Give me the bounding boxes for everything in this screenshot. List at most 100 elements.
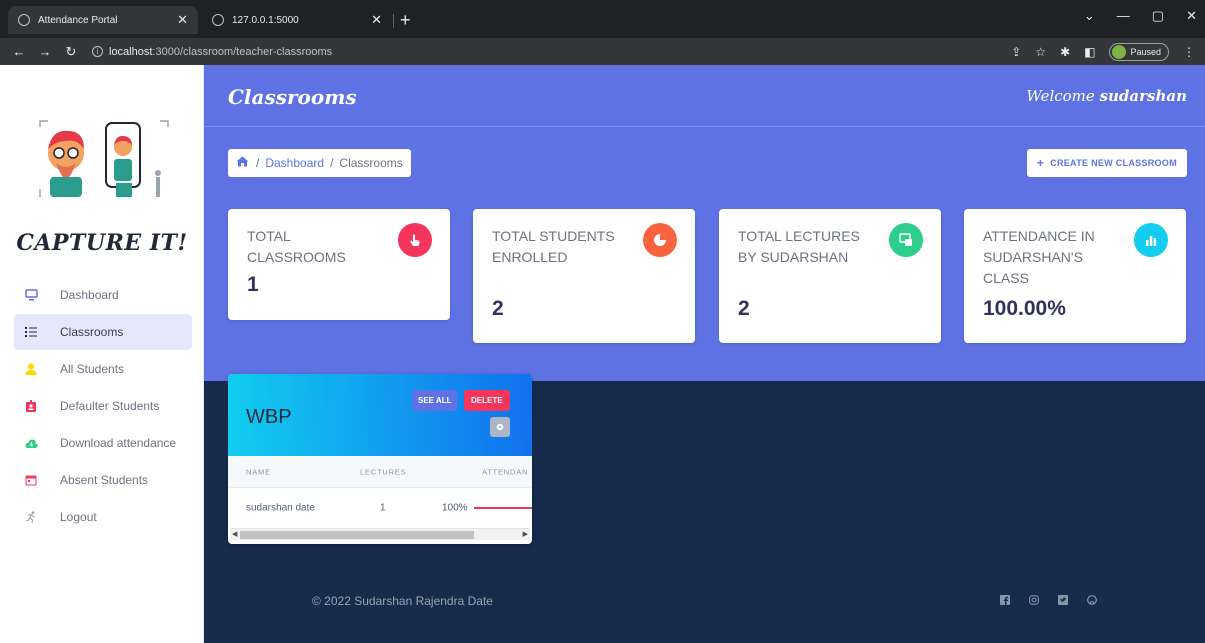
gear-icon[interactable] [490, 417, 510, 437]
stat-label: TOTAL CLASSROOMS [247, 228, 346, 265]
classroom-name: WBP [246, 406, 292, 428]
minimize-icon[interactable]: — [1117, 8, 1130, 24]
tab-title: 127.0.0.1:5000 [232, 14, 299, 26]
page: CAPTURE IT! Dashboard Classrooms All Stu… [0, 65, 1205, 643]
sidebar-item-label: Classrooms [60, 325, 124, 339]
tab-search-chevron-icon[interactable]: ⌄ [1084, 8, 1095, 24]
stat-label: TOTAL LECTURES BY SUDARSHAN [738, 228, 860, 265]
create-new-classroom-button[interactable]: + CREATE NEW CLASSROOM [1026, 149, 1187, 177]
globe-icon [212, 14, 224, 26]
sidebar-item-label: Logout [60, 510, 97, 524]
sidebar-item-defaulter-students[interactable]: Defaulter Students [14, 388, 192, 424]
column-header-attendance: ATTENDAN [482, 467, 529, 476]
column-header-name: NAME [246, 467, 271, 476]
sidebar-item-download-attendance[interactable]: Download attendance [14, 425, 192, 461]
sidebar-item-label: All Students [60, 362, 125, 376]
attendance-percent: 100% [442, 502, 468, 514]
sidebar-item-dashboard[interactable]: Dashboard [14, 277, 192, 313]
forward-arrow-icon[interactable]: → [38, 44, 52, 59]
bookmark-star-icon[interactable]: ☆ [1035, 45, 1046, 59]
scroll-thumb[interactable] [240, 531, 474, 539]
sidebar-item-absent-students[interactable]: Absent Students [14, 462, 192, 498]
github-icon[interactable] [1087, 595, 1097, 608]
stat-value: 100.00% [983, 297, 1066, 320]
breadcrumb-separator: / [256, 156, 260, 170]
stat-card-total-classrooms: TOTAL CLASSROOMS 1 [228, 209, 450, 320]
create-button-label: CREATE NEW CLASSROOM [1050, 158, 1177, 168]
sidebar-item-classrooms[interactable]: Classrooms [14, 314, 192, 350]
url-path: :3000/classroom/teacher-classrooms [152, 45, 333, 58]
stat-card-attendance: ATTENDANCE IN SUDARSHAN'S CLASS 100.00% [964, 209, 1186, 343]
new-tab-plus-icon[interactable]: + [400, 10, 411, 31]
share-icon[interactable]: ⇪ [1011, 45, 1021, 59]
restore-icon[interactable]: ▢ [1152, 8, 1164, 24]
tab-divider [393, 14, 394, 28]
scroll-right-arrow-icon[interactable]: ▶ [523, 530, 528, 538]
list-icon [24, 325, 38, 339]
close-window-icon[interactable]: ✕ [1186, 8, 1197, 24]
menu-kebab-icon[interactable]: ⋮ [1183, 45, 1195, 59]
reload-icon[interactable]: ↻ [64, 44, 78, 60]
id-badge-icon [24, 399, 38, 413]
brand-logo-text: CAPTURE IT! [16, 230, 188, 256]
page-title: Classrooms [228, 85, 357, 109]
facebook-icon[interactable] [1000, 595, 1010, 608]
avatar [1112, 45, 1127, 59]
bar-chart-icon [1134, 223, 1168, 257]
stat-label: ATTENDANCE IN SUDARSHAN'S CLASS [983, 228, 1095, 286]
info-icon[interactable]: i [92, 46, 103, 57]
scroll-left-arrow-icon[interactable]: ◀ [232, 530, 237, 538]
sidebar-item-label: Download attendance [60, 436, 177, 450]
profile-paused-button[interactable]: Paused [1109, 43, 1169, 61]
stat-value: 2 [738, 297, 750, 320]
pie-chart-icon [643, 223, 677, 257]
breadcrumb-dashboard[interactable]: Dashboard [265, 156, 324, 170]
header-section: Classrooms Welcome sudarshan / Dashboard… [204, 65, 1205, 381]
close-icon[interactable]: ✕ [177, 12, 188, 28]
stat-value: 1 [247, 273, 259, 296]
sidebar-item-all-students[interactable]: All Students [14, 351, 192, 387]
classroom-card: WBP SEE ALL DELETE NAME LECTURES ATTENDA… [228, 374, 532, 544]
tab-localhost-5000[interactable]: 127.0.0.1:5000 ✕ [202, 6, 392, 34]
browser-tabbar: Attendance Portal ✕ 127.0.0.1:5000 ✕ + ⌄… [0, 0, 1205, 38]
window-controls: ⌄ — ▢ ✕ [1084, 8, 1197, 24]
welcome-message: Welcome sudarshan [1026, 87, 1187, 105]
sidebar-item-label: Defaulter Students [60, 399, 160, 413]
breadcrumb-classrooms: Classrooms [339, 156, 403, 170]
back-arrow-icon[interactable]: ← [12, 44, 26, 59]
stat-label: TOTAL STUDENTS ENROLLED [492, 228, 615, 265]
attendance-progress-bar [474, 507, 532, 509]
breadcrumb: / Dashboard / Classrooms [228, 149, 411, 177]
sidebar-item-label: Absent Students [60, 473, 149, 487]
breadcrumb-separator: / [330, 156, 334, 170]
url-host: localhost [109, 45, 153, 58]
logo-illustration [39, 120, 169, 197]
see-all-button[interactable]: SEE ALL [412, 390, 458, 411]
footer-copyright: © 2022 Sudarshan Rajendra Date [312, 594, 493, 608]
address-bar[interactable]: i localhost:3000/classroom/teacher-class… [92, 46, 332, 58]
paused-label: Paused [1130, 47, 1161, 57]
sidebar-item-logout[interactable]: Logout [14, 499, 192, 535]
globe-icon [18, 14, 30, 26]
top-bar: Classrooms Welcome sudarshan [204, 65, 1205, 127]
instagram-icon[interactable] [1029, 595, 1039, 608]
hand-pointer-icon [398, 223, 432, 257]
horizontal-scrollbar[interactable]: ◀ ▶ [230, 528, 530, 540]
running-icon [24, 510, 38, 524]
delete-button[interactable]: DELETE [464, 390, 510, 411]
calendar-icon [24, 473, 38, 487]
stat-card-total-lectures: TOTAL LECTURES BY SUDARSHAN 2 [719, 209, 941, 343]
user-icon [24, 362, 38, 376]
table-row: sudarshan date 1 100% [228, 488, 532, 528]
sidebar: CAPTURE IT! Dashboard Classrooms All Stu… [0, 65, 204, 643]
extensions-puzzle-icon[interactable]: ✱ [1060, 45, 1070, 59]
twitter-icon[interactable] [1058, 595, 1068, 608]
close-icon[interactable]: ✕ [371, 12, 382, 28]
stat-value: 2 [492, 297, 504, 320]
welcome-username: sudarshan [1099, 87, 1187, 105]
classroom-card-header: WBP SEE ALL DELETE [228, 374, 532, 456]
sidepanel-icon[interactable]: ◧ [1084, 45, 1095, 59]
column-header-lectures: LECTURES [360, 467, 407, 476]
tab-attendance-portal[interactable]: Attendance Portal ✕ [8, 6, 198, 34]
home-icon[interactable] [236, 156, 250, 170]
